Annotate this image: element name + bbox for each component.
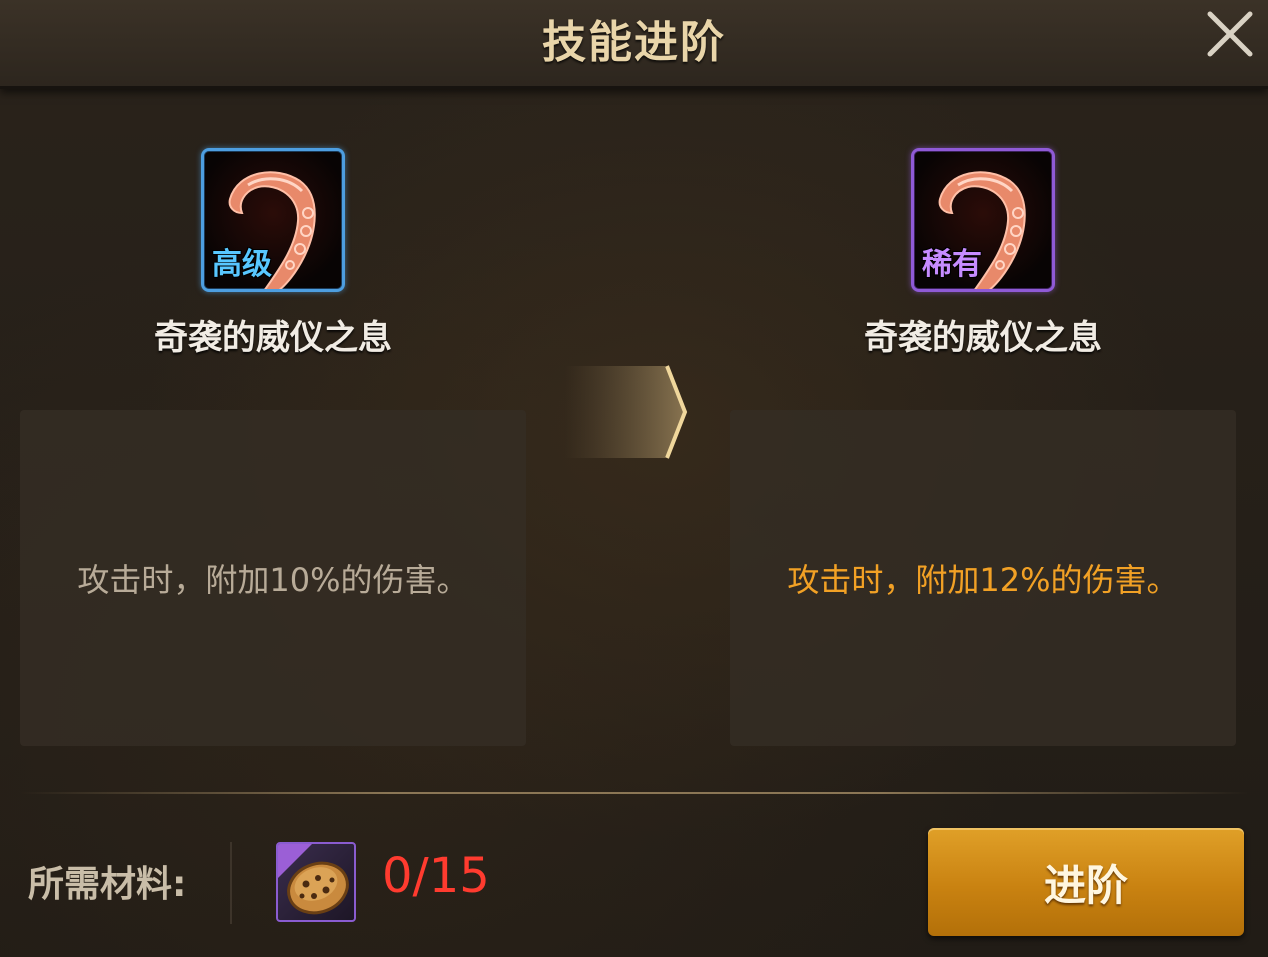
next-skill-column: 稀有 奇袭的威仪之息 — [730, 148, 1236, 359]
current-skill-column: 高级 奇袭的威仪之息 — [20, 148, 526, 359]
material-count: 0/15 — [382, 848, 490, 904]
close-icon — [1207, 11, 1253, 57]
next-skill-slot[interactable]: 稀有 — [911, 148, 1055, 292]
grade-tag: 稀有 — [922, 247, 982, 282]
header-bar: 技能进阶 — [0, 0, 1268, 89]
current-skill-slot[interactable]: 高级 — [201, 148, 345, 292]
page-title: 技能进阶 — [542, 17, 726, 68]
materials-label: 所需材料: — [28, 864, 187, 905]
cookie-material-icon — [278, 844, 349, 915]
chevron-right-icon — [565, 365, 688, 459]
separator — [230, 842, 232, 924]
skill-advance-panel: 技能进阶 高级 奇袭的威仪之息 稀有 奇袭的威仪之息 攻击时，附加10%的伤害。… — [0, 0, 1268, 957]
grade-tag: 高级 — [212, 247, 272, 282]
next-skill-description: 攻击时，附加12%的伤害。 — [730, 410, 1236, 746]
current-skill-name: 奇袭的威仪之息 — [154, 318, 392, 358]
advance-button[interactable]: 进阶 — [928, 828, 1244, 936]
material-item-slot[interactable] — [276, 842, 356, 922]
current-skill-description: 攻击时，附加10%的伤害。 — [20, 410, 526, 746]
divider — [20, 792, 1248, 794]
next-skill-name: 奇袭的威仪之息 — [864, 318, 1102, 358]
close-button[interactable] — [1202, 6, 1258, 62]
